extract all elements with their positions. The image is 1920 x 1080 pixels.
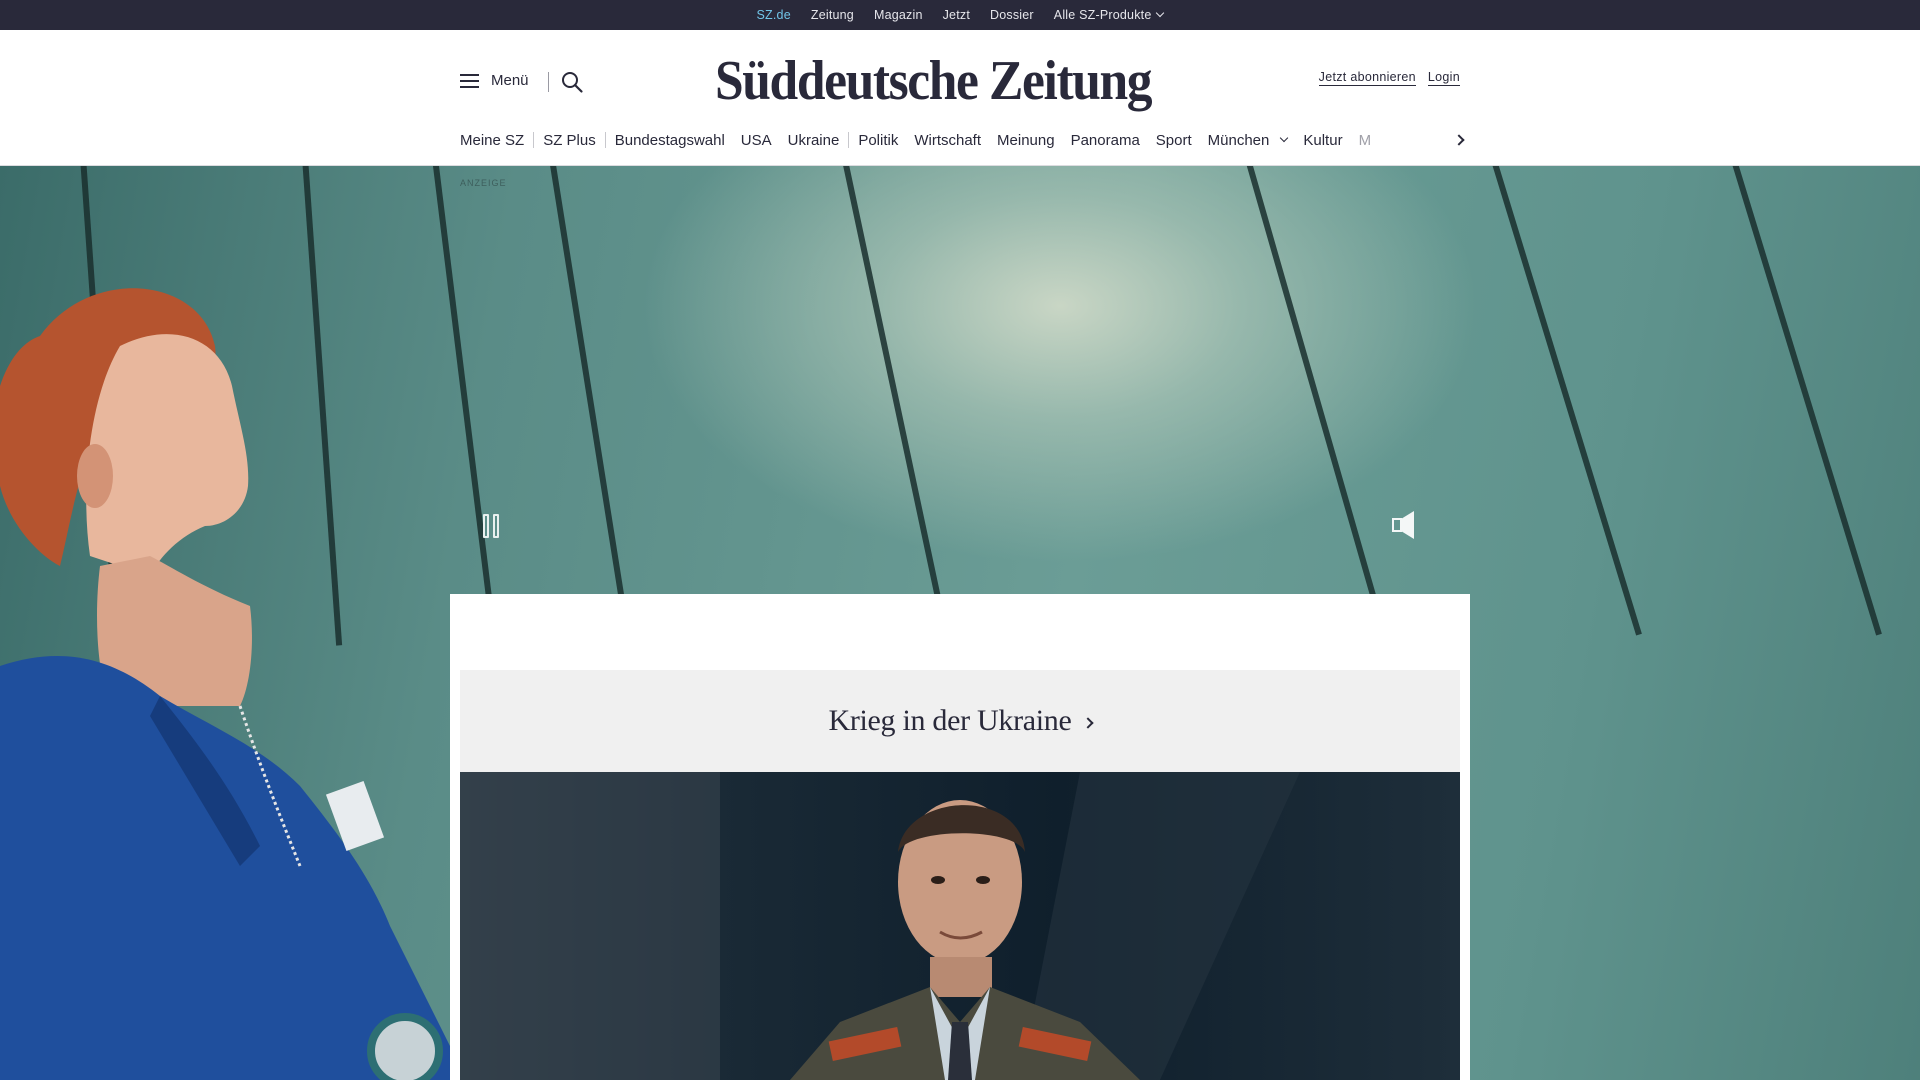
nav-scroll-right-button[interactable] bbox=[1448, 128, 1470, 152]
logo[interactable]: Süddeutsche Zeitung bbox=[715, 46, 1205, 116]
article-photo bbox=[460, 772, 1460, 1080]
nav-item-ukraine[interactable]: Ukraine bbox=[788, 132, 840, 149]
login-link[interactable]: Login bbox=[1427, 70, 1460, 86]
topbar-link-dossier[interactable]: Dossier bbox=[990, 8, 1034, 22]
topbar-link-jetzt[interactable]: Jetzt bbox=[943, 8, 970, 22]
article-teaser-image[interactable] bbox=[460, 772, 1460, 1080]
section-title: Krieg in der Ukraine bbox=[828, 704, 1072, 737]
nav-item-muenchen-label: München bbox=[1207, 131, 1270, 149]
wall-stripe bbox=[1238, 166, 1388, 637]
nav-item-panorama[interactable]: Panorama bbox=[1071, 132, 1140, 149]
subscribe-link[interactable]: Jetzt abonnieren bbox=[1318, 70, 1416, 86]
chevron-right-icon bbox=[1081, 717, 1094, 729]
volume-icon[interactable] bbox=[1392, 510, 1418, 540]
chevron-right-icon bbox=[1453, 134, 1465, 146]
ad-person-image bbox=[0, 288, 467, 1080]
topbar-link-szde[interactable]: SZ.de bbox=[757, 8, 791, 33]
nav-divider bbox=[604, 132, 606, 148]
auth-links: Jetzt abonnieren Login bbox=[1318, 70, 1460, 86]
topbar-link-zeitung[interactable]: Zeitung bbox=[811, 8, 854, 22]
content-card: Krieg in der Ukraine bbox=[450, 594, 1470, 1080]
topbar-link-alle-sz-produkte[interactable]: Alle SZ-Produkte bbox=[1053, 8, 1165, 22]
hamburger-icon bbox=[460, 73, 479, 88]
topbar-link-magazin[interactable]: Magazin bbox=[874, 8, 923, 22]
chevron-down-icon bbox=[1156, 8, 1165, 18]
nav-item-bundestagswahl[interactable]: Bundestagswahl bbox=[615, 132, 725, 149]
wall-stripe bbox=[1724, 166, 1882, 636]
nav-item-muenchen[interactable]: München bbox=[1207, 131, 1289, 149]
nav-item-kultur[interactable]: Kultur bbox=[1303, 132, 1342, 149]
nav-item-meinung[interactable]: Meinung bbox=[997, 132, 1055, 149]
wall-stripe bbox=[544, 166, 632, 644]
top-bar-links: SZ.de Zeitung Magazin Jetzt Dossier Alle… bbox=[0, 0, 1920, 33]
chevron-down-icon bbox=[1280, 133, 1289, 143]
nav-divider bbox=[848, 132, 850, 148]
section-nav: Meine SZ SZ Plus Bundestagswahl USA Ukra… bbox=[460, 128, 1460, 152]
topbar-link-alle-sz-produkte-label: Alle SZ-Produkte bbox=[1053, 8, 1152, 22]
search-icon[interactable] bbox=[560, 70, 584, 94]
site-header: Menü Süddeutsche Zeitung Jetzt abonniere… bbox=[0, 30, 1920, 166]
ad-label: ANZEIGE bbox=[460, 178, 507, 188]
nav-item-sz-plus[interactable]: SZ Plus bbox=[543, 132, 596, 149]
nav-item-meine-sz[interactable]: Meine SZ bbox=[460, 132, 524, 149]
menu-label: Menü bbox=[491, 72, 529, 89]
nav-item-politik[interactable]: Politik bbox=[858, 132, 898, 149]
pause-icon[interactable] bbox=[483, 514, 503, 538]
menu-separator bbox=[548, 72, 549, 92]
logo-text: Süddeutsche Zeitung bbox=[715, 50, 1153, 112]
top-bar: SZ.de Zeitung Magazin Jetzt Dossier Alle… bbox=[0, 0, 1920, 33]
nav-divider bbox=[533, 132, 535, 148]
nav-item-sport[interactable]: Sport bbox=[1156, 132, 1192, 149]
wall-stripe bbox=[836, 166, 950, 641]
menu-button[interactable]: Menü bbox=[460, 72, 529, 89]
nav-item-more[interactable]: M bbox=[1359, 132, 1372, 149]
wall-stripe bbox=[1484, 166, 1642, 636]
nav-item-usa[interactable]: USA bbox=[741, 132, 772, 149]
nav-item-wirtschaft[interactable]: Wirtschaft bbox=[914, 132, 981, 149]
ukraine-section-header[interactable]: Krieg in der Ukraine bbox=[460, 670, 1460, 772]
